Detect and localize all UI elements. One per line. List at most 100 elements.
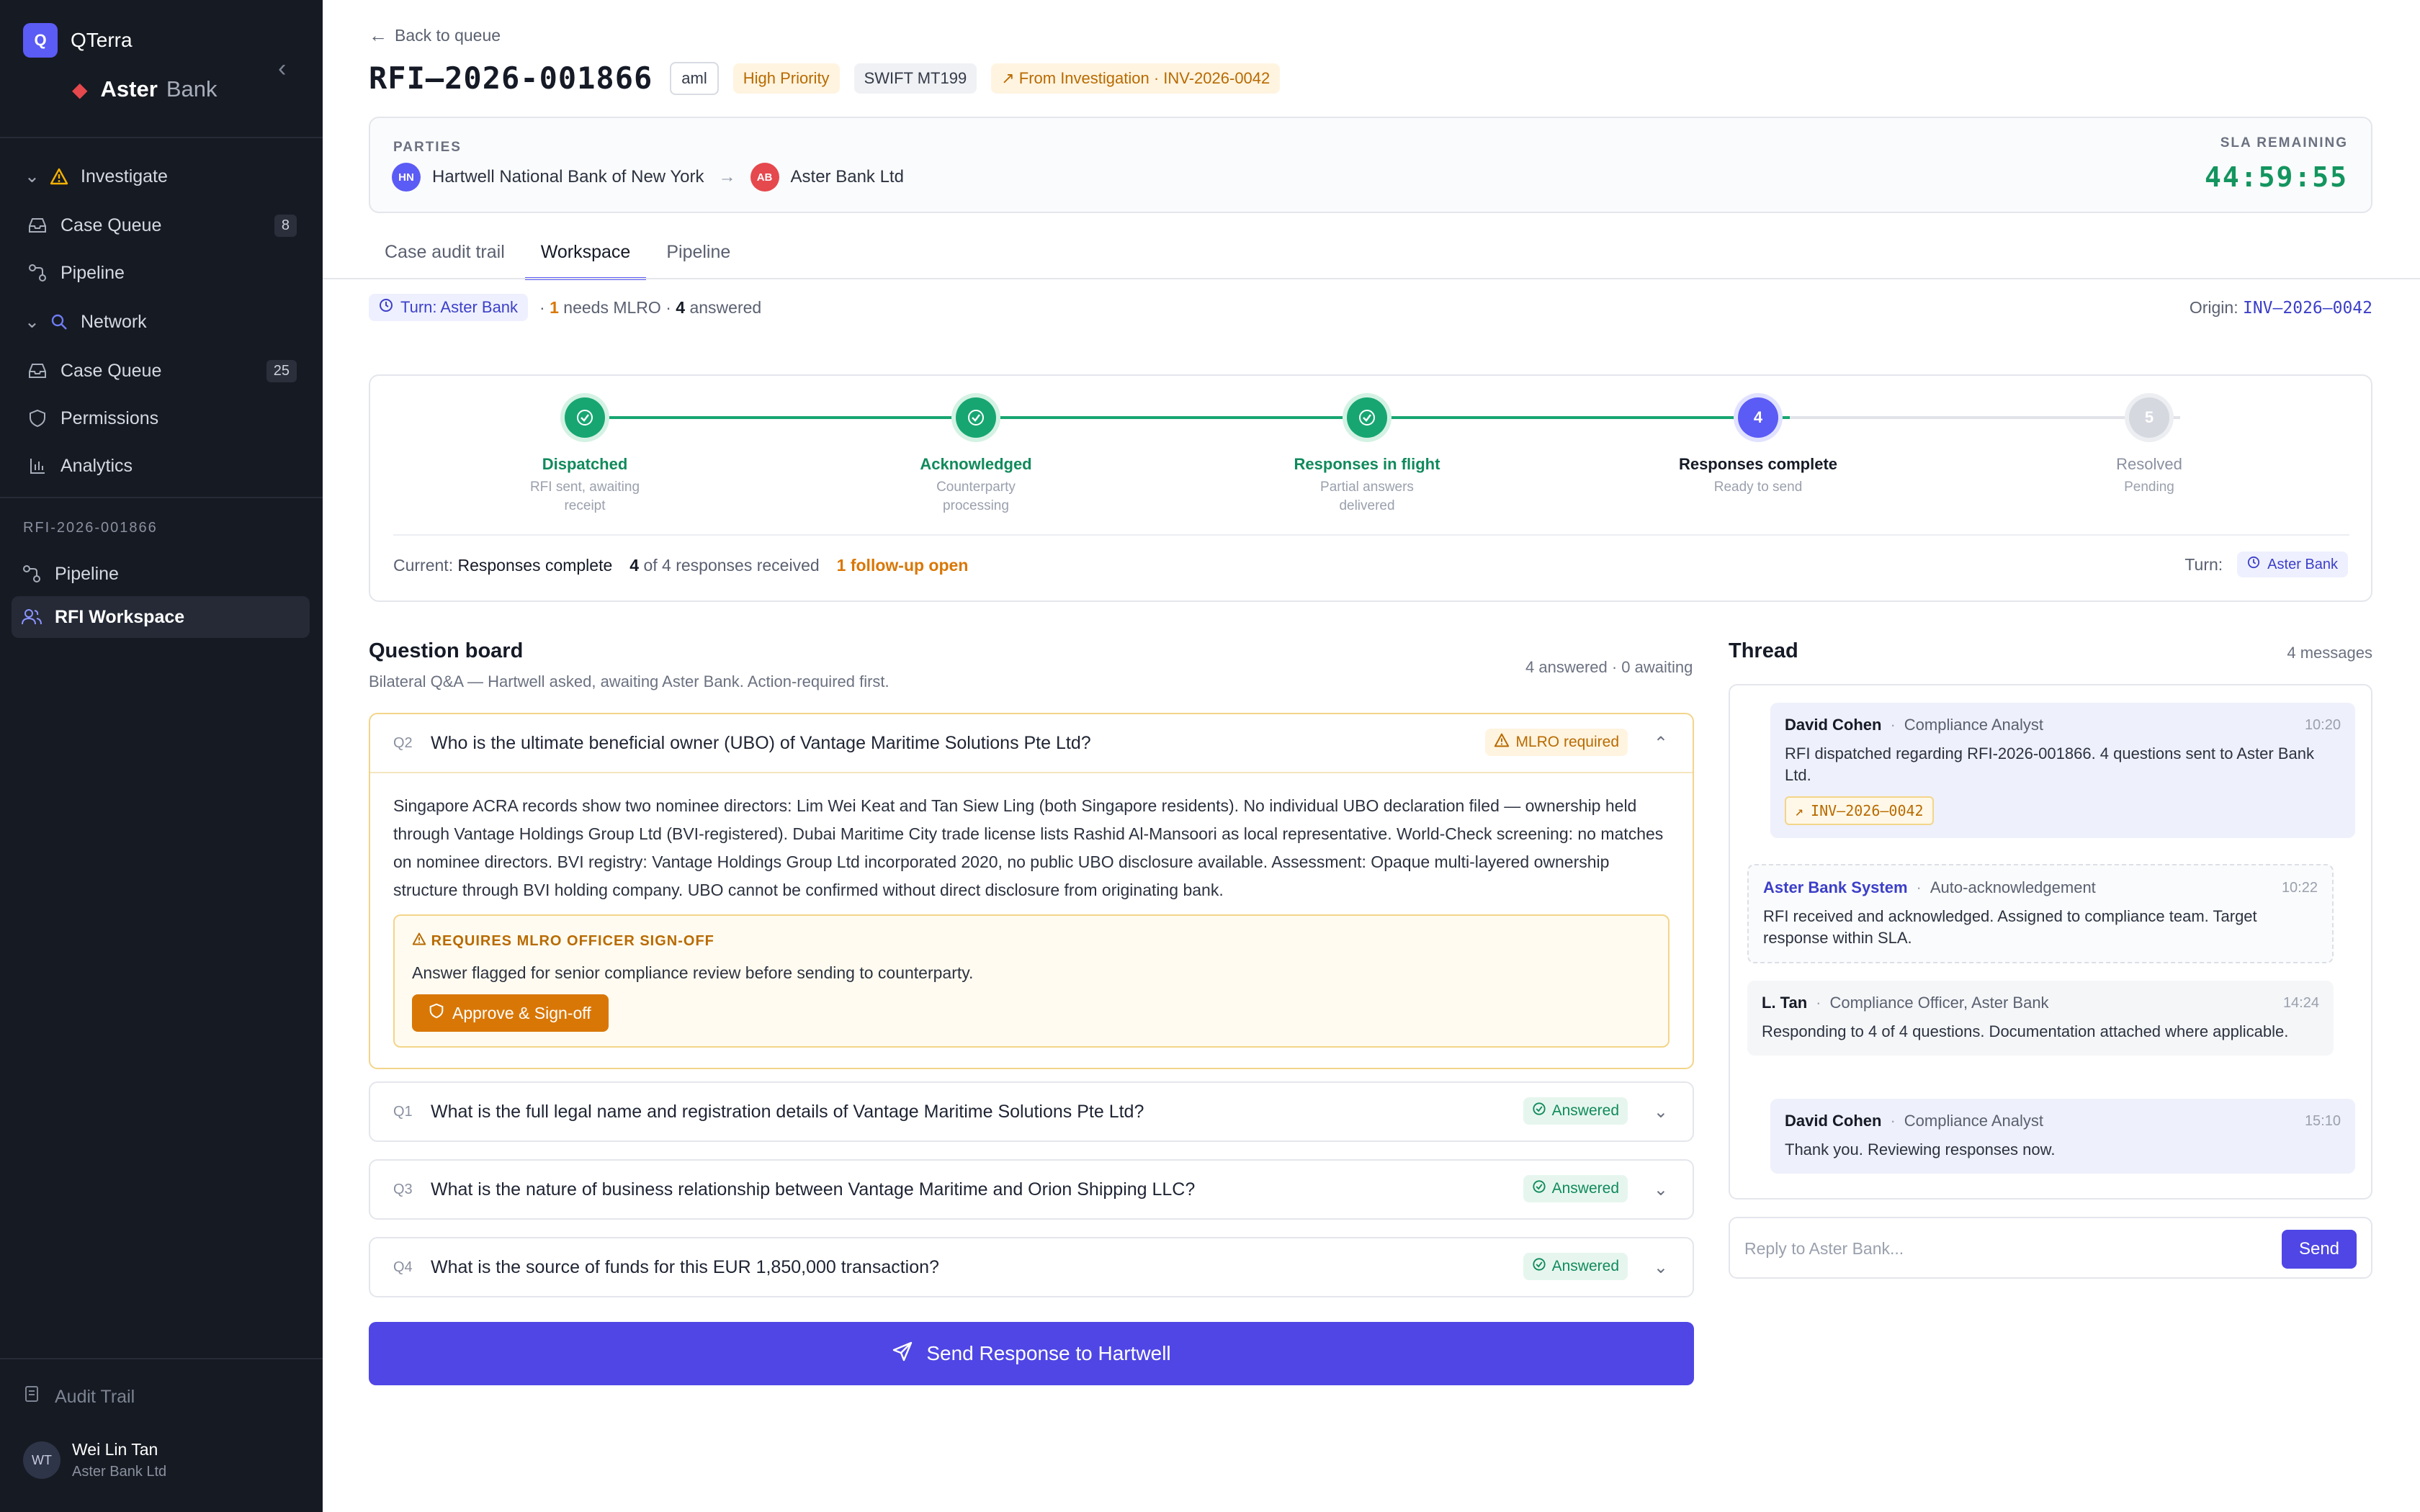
party-to-name: Aster Bank Ltd xyxy=(790,167,904,186)
step-title: Responses in flight xyxy=(1294,455,1440,473)
progress-line-complete xyxy=(600,416,1790,419)
followup-link[interactable]: 1 follow-up open xyxy=(837,556,969,575)
party-from-name: Hartwell National Bank of New York xyxy=(432,167,704,186)
chevron-down-icon[interactable]: ⌄ xyxy=(1654,1179,1668,1200)
check-circle-icon xyxy=(565,397,605,438)
sidebar-item-rfi-workspace[interactable]: RFI Workspace xyxy=(12,596,310,638)
nav-group-investigate[interactable]: ⌄ Investigate xyxy=(12,156,310,197)
sidebar-item-label: Analytics xyxy=(60,455,133,476)
sidebar-item-permissions[interactable]: Permissions xyxy=(12,397,310,439)
question-header[interactable]: Q3 What is the nature of business relati… xyxy=(370,1161,1693,1218)
question-header[interactable]: Q1 What is the full legal name and regis… xyxy=(370,1083,1693,1140)
external-link-icon: ↗ xyxy=(1795,802,1804,819)
check-circle-icon xyxy=(1532,1257,1546,1276)
step-number: 4 xyxy=(1738,397,1778,438)
chevron-down-icon: ⌄ xyxy=(24,166,40,186)
back-to-queue-link[interactable]: ← Back to queue xyxy=(369,24,501,47)
question-number: Q2 xyxy=(393,734,413,751)
question-number: Q3 xyxy=(393,1181,413,1197)
reply-input[interactable] xyxy=(1744,1233,2249,1264)
chevron-up-icon[interactable]: ⌃ xyxy=(1654,733,1668,754)
shield-icon xyxy=(27,408,48,428)
chevron-down-icon: ⌄ xyxy=(24,312,40,332)
turn-badge: Turn: Aster Bank xyxy=(369,294,529,321)
question-board-title: Question board xyxy=(369,639,524,662)
signoff-title: REQUIRES MLRO OFFICER SIGN-OFF xyxy=(412,927,1651,955)
origin-link[interactable]: Origin: INV–2026–0042 xyxy=(2190,298,2372,318)
clock-icon xyxy=(379,298,393,317)
sidebar-item-case-pipeline[interactable]: Pipeline xyxy=(12,553,310,595)
tab-case-audit-trail[interactable]: Case audit trail xyxy=(369,228,521,280)
question-board-subtitle: Bilateral Q&A — Hartwell asked, awaiting… xyxy=(369,672,889,690)
message-body: Responding to 4 of 4 questions. Document… xyxy=(1762,1022,2289,1040)
question-number: Q4 xyxy=(393,1259,413,1275)
thread-count: 4 messages xyxy=(2287,644,2372,662)
step-subtitle: Ready to send xyxy=(1713,480,1803,495)
nav-group-label: Network xyxy=(81,311,147,332)
received-label: of 4 responses received xyxy=(643,556,820,575)
progress-stepper: Dispatched RFI sent, awaiting receipt Ac… xyxy=(369,374,2372,602)
step-subtitle: RFI sent, awaiting receipt xyxy=(529,480,640,513)
tab-pipeline[interactable]: Pipeline xyxy=(650,228,746,280)
sidebar-item-label: Case Queue xyxy=(60,215,162,235)
sidebar-item-label: Permissions xyxy=(60,408,159,428)
badge-label: Answered xyxy=(1551,1102,1619,1119)
message-time: 10:20 xyxy=(2304,717,2341,733)
sidebar-item-case-queue[interactable]: Case Queue 8 xyxy=(12,204,310,246)
tab-bar: Case audit trail Workspace Pipeline xyxy=(369,228,750,280)
needs-mlro-count: 1 xyxy=(550,297,559,317)
message-role: Auto-acknowledgement xyxy=(1930,878,2096,896)
question-header[interactable]: Q2 Who is the ultimate beneficial owner … xyxy=(370,714,1693,772)
answered-badge: Answered xyxy=(1523,1253,1628,1280)
clock-icon xyxy=(2247,556,2260,573)
warning-icon xyxy=(1494,733,1510,752)
send-reply-button[interactable]: Send xyxy=(2282,1230,2357,1269)
send-response-button[interactable]: Send Response to Hartwell xyxy=(369,1322,1694,1385)
sla-label: SLA REMAINING xyxy=(2220,135,2348,150)
app-brand[interactable]: Q QTerra xyxy=(23,23,133,58)
user-name: Wei Lin Tan xyxy=(72,1440,158,1459)
thread-message: L. Tan · Compliance Officer, Aster Bank 14… xyxy=(1747,981,2334,1056)
signoff-text: Answer flagged for senior compliance rev… xyxy=(412,963,974,982)
warning-icon xyxy=(49,166,69,186)
badge-label: MLRO required xyxy=(1515,734,1619,750)
question-header[interactable]: Q4 What is the source of funds for this … xyxy=(370,1238,1693,1296)
message-role: Compliance Officer, Aster Bank xyxy=(1829,994,2049,1012)
mlro-signoff-box: REQUIRES MLRO OFFICER SIGN-OFF Answer fl… xyxy=(393,914,1670,1048)
warning-icon xyxy=(412,932,431,949)
bank-logo-icon: ◆ xyxy=(72,78,88,101)
user-profile[interactable]: WT Wei Lin Tan Aster Bank Ltd xyxy=(23,1440,166,1480)
turn-label: Turn: xyxy=(2184,554,2223,574)
swift-badge: SWIFT MT199 xyxy=(853,63,977,94)
priority-badge: High Priority xyxy=(732,63,840,94)
thread-panel: David Cohen · Compliance Analyst 10:20 RFI… xyxy=(1729,684,2372,1200)
step-subtitle: Counterparty processing xyxy=(936,480,1016,513)
sidebar-item-label: Case Queue xyxy=(60,360,162,381)
investigation-chip[interactable]: ↗ INV–2026–0042 xyxy=(1785,796,1934,825)
approve-signoff-button[interactable]: Approve & Sign-off xyxy=(412,994,609,1032)
message-time: 15:10 xyxy=(2304,1113,2341,1129)
chevron-down-icon[interactable]: ⌄ xyxy=(1654,1257,1668,1278)
chevron-down-icon[interactable]: ⌄ xyxy=(1654,1102,1668,1122)
sidebar-item-network-case-queue[interactable]: Case Queue 25 xyxy=(12,350,310,392)
investigation-link-label: From Investigation · INV-2026-0042 xyxy=(1018,68,1270,87)
tab-workspace[interactable]: Workspace xyxy=(524,228,647,280)
collapse-sidebar-icon[interactable]: ‹ xyxy=(278,55,286,83)
sidebar-item-label: Pipeline xyxy=(60,262,125,283)
sidebar-item-pipeline[interactable]: Pipeline xyxy=(12,252,310,294)
nav-group-network[interactable]: ⌄ Network xyxy=(12,301,310,343)
message-role: Compliance Analyst xyxy=(1904,1112,2044,1130)
needs-mlro-label: needs MLRO · xyxy=(563,297,676,317)
user-org: Aster Bank Ltd xyxy=(72,1464,167,1480)
origin-label: Origin: xyxy=(2189,298,2238,317)
approve-signoff-label: Approve & Sign-off xyxy=(452,1003,591,1022)
signoff-title-text: REQUIRES MLRO OFFICER SIGN-OFF xyxy=(431,933,714,949)
sidebar-item-analytics[interactable]: Analytics xyxy=(12,445,310,487)
badge-label: Answered xyxy=(1551,1258,1619,1274)
parties-card: PARTIES HN Hartwell National Bank of New… xyxy=(369,117,2372,213)
audit-trail-link[interactable]: Audit Trail xyxy=(23,1385,135,1409)
investigation-link[interactable]: ↗ From Investigation · INV-2026-0042 xyxy=(991,63,1281,94)
nav-group-label: Investigate xyxy=(81,166,168,186)
audit-trail-label: Audit Trail xyxy=(55,1387,135,1407)
shield-icon xyxy=(429,1003,444,1023)
